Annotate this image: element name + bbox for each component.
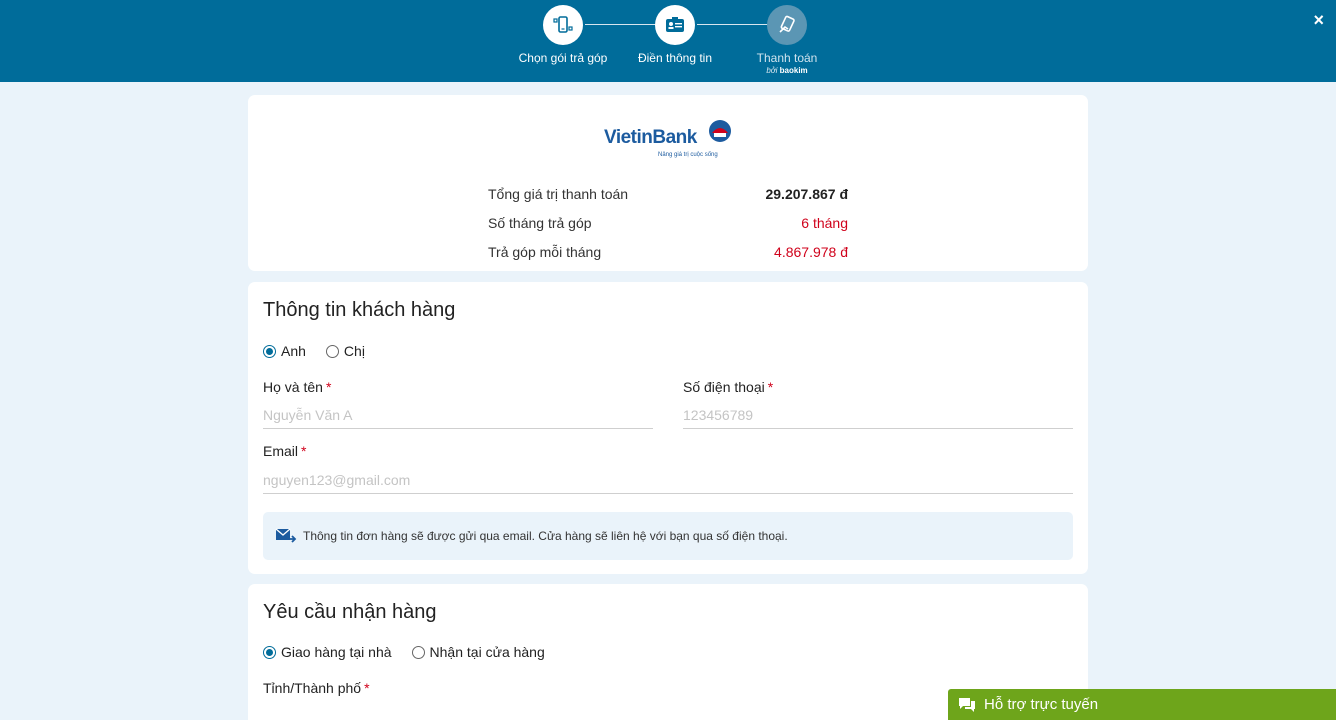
radio-icon xyxy=(263,344,276,358)
bank-emblem-icon xyxy=(709,120,731,142)
section-title: Thông tin khách hàng xyxy=(263,299,456,321)
gender-radio-anh[interactable]: Anh xyxy=(263,343,306,359)
step-label: Chọn gói trả góp xyxy=(518,51,608,65)
step-label: Điền thông tin xyxy=(637,51,713,65)
radio-icon xyxy=(263,645,276,659)
step-choose-plan[interactable]: Chọn gói trả góp xyxy=(508,5,618,65)
summary-row-monthly: Trả góp mỗi tháng 4.867.978 đ xyxy=(488,244,848,260)
phone-input[interactable] xyxy=(683,401,1073,429)
header-bar: Chọn gói trả góp Điền thông tin Thanh to… xyxy=(0,0,1336,82)
phone-install-icon xyxy=(543,5,583,45)
email-input[interactable] xyxy=(263,466,1073,494)
card-payment-icon xyxy=(767,5,807,45)
step-label: Thanh toán xyxy=(756,51,818,65)
summary-row-total: Tổng giá trị thanh toán 29.207.867 đ xyxy=(488,186,848,202)
step-payment[interactable]: Thanh toán bởi baokim xyxy=(732,5,842,75)
city-label: Tỉnh/Thành phố * xyxy=(263,680,370,696)
step-fill-info[interactable]: Điền thông tin xyxy=(620,5,730,65)
delivery-radio-store[interactable]: Nhận tại cửa hàng xyxy=(411,644,545,660)
customer-info-card: Thông tin khách hàng Anh Chị Họ và tên * … xyxy=(248,282,1088,574)
delivery-radio-home[interactable]: Giao hàng tại nhà xyxy=(263,644,392,660)
email-label: Email * xyxy=(263,443,307,459)
progress-stepper: Chọn gói trả góp Điền thông tin Thanh to… xyxy=(510,5,840,75)
payment-provider: bởi baokim xyxy=(766,66,808,75)
summary-row-months: Số tháng trả góp 6 tháng xyxy=(488,215,848,231)
name-input[interactable] xyxy=(263,401,653,429)
chat-icon xyxy=(959,697,975,712)
gender-radio-group: Anh Chị xyxy=(263,343,385,359)
vietinbank-logo: VietinBank Nâng giá trị cuộc sống xyxy=(604,117,734,161)
delivery-radio-group: Giao hàng tại nhà Nhận tại cửa hàng xyxy=(263,644,565,660)
section-title: Yêu cầu nhận hàng xyxy=(263,601,437,623)
email-notice: Thông tin đơn hàng sẽ được gửi qua email… xyxy=(263,512,1073,560)
online-support-button[interactable]: Hỗ trợ trực tuyến xyxy=(948,689,1336,720)
radio-icon xyxy=(411,645,425,659)
mail-send-icon xyxy=(275,528,297,543)
id-card-icon xyxy=(655,5,695,45)
name-label: Họ và tên * xyxy=(263,379,332,395)
phone-label: Số điện thoại * xyxy=(683,379,774,395)
radio-icon xyxy=(325,344,339,358)
close-icon[interactable]: × xyxy=(1313,10,1324,31)
payment-summary-card: VietinBank Nâng giá trị cuộc sống Tổng g… xyxy=(248,95,1088,271)
gender-radio-chi[interactable]: Chị xyxy=(325,343,365,359)
